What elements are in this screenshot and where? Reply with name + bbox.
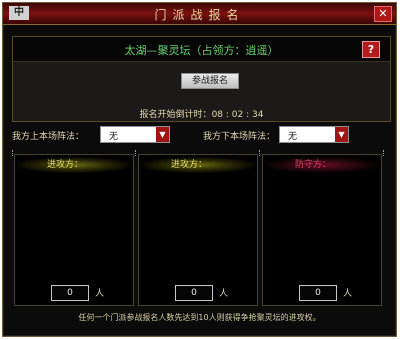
current-formation-label: 我方上本场阵法： [12,132,85,142]
divider-dots [383,150,388,156]
signup-button[interactable]: 参战报名 [181,73,239,89]
countdown-value: 08 : 02 : 34 [211,110,264,120]
rules-note: 任何一个门派参战报名人数先达到10人则获得争抢聚灵坛的进攻权。 [78,313,321,322]
count-box: 0 [51,285,89,301]
next-formation-value: 无 [288,132,298,142]
next-formation-label: 我方下本场阵法： [203,132,276,142]
column-title: 防守方： [265,157,379,173]
current-formation-select[interactable]: 无 ▼ [100,126,170,143]
next-formation-row: 我方下本场阵法： 无 ▼ [203,126,388,143]
attacker-column-1: 进攻方： 0 人 [14,154,134,306]
window-title: 门派战报名 [154,8,245,22]
count-unit: 人 [343,289,353,299]
countdown-label: 报名开始倒计时： [139,110,212,120]
defender-column: 防守方： 0 人 [262,154,382,306]
count-box: 0 [175,285,213,301]
title-bar[interactable]: 中 门派战报名 ✕ [3,3,396,25]
close-button[interactable]: ✕ [374,6,392,22]
column-title: 进攻方： [17,157,131,173]
current-formation-row: 我方上本场阵法： 无 ▼ [12,126,192,143]
current-formation-value: 无 [109,132,119,142]
attacker-column-2: 进攻方： 0 人 [138,154,258,306]
location-bar: 太湖—聚灵坛（占领方：逍遥） ? [13,37,390,62]
info-panel: 太湖—聚灵坛（占领方：逍遥） ? 参战报名 报名开始倒计时：08 : 02 : … [12,36,391,122]
next-formation-select[interactable]: 无 ▼ [279,126,349,143]
help-button[interactable]: ? [362,41,380,58]
column-title: 进攻方： [141,157,255,173]
dropdown-arrow-icon[interactable]: ▼ [335,127,348,142]
count-unit: 人 [95,289,105,299]
count-box: 0 [299,285,337,301]
signup-window: 中 门派战报名 ✕ 太湖—聚灵坛（占领方：逍遥） ? 参战报名 报名开始倒计时：… [2,2,397,337]
count-unit: 人 [219,289,229,299]
countdown: 报名开始倒计时：08 : 02 : 34 [13,107,390,120]
dropdown-arrow-icon[interactable]: ▼ [156,127,169,142]
location-text: 太湖—聚灵坛（占领方：逍遥） [124,44,279,57]
